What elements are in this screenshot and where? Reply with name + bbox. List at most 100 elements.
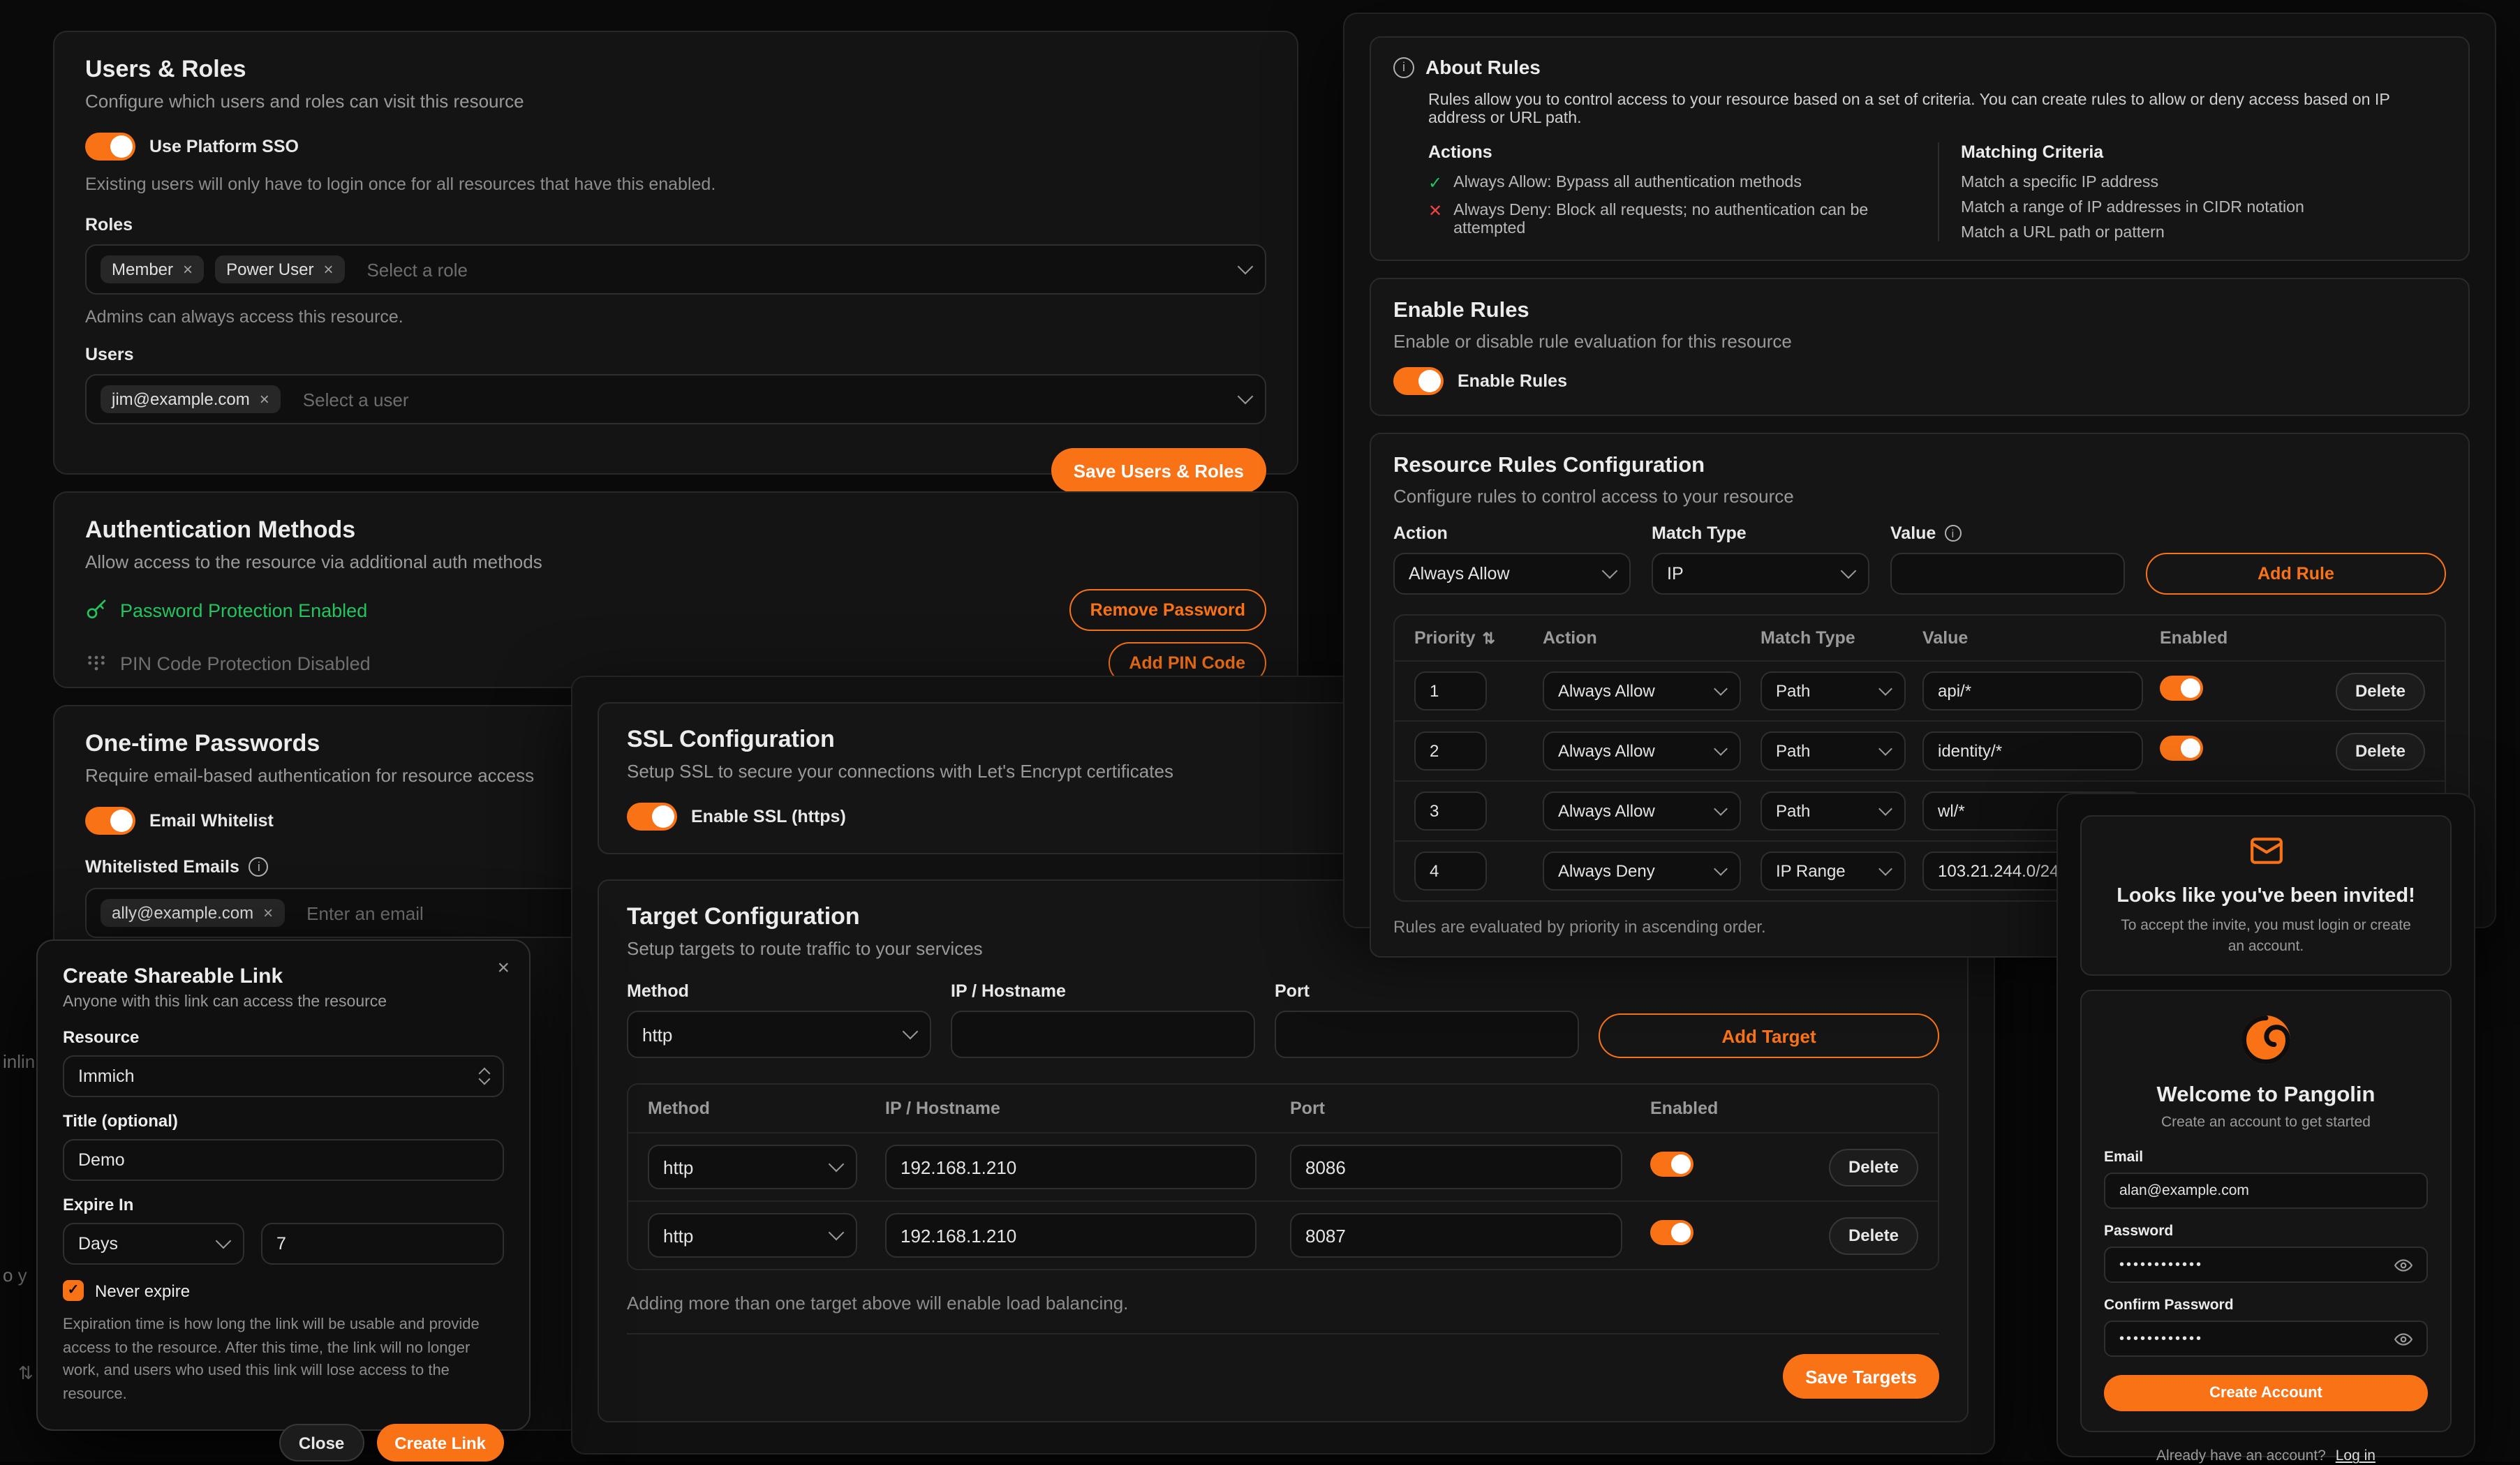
row-ip-input[interactable]: 192.168.1.210: [885, 1213, 1257, 1258]
confirm-password-label: Confirm Password: [2104, 1297, 2428, 1314]
app-canvas: inlin o y ⇅ Exp ever Users & Roles Confi…: [0, 0, 2520, 1462]
sort-icon[interactable]: ⇅: [1483, 629, 1495, 647]
col-action: Action: [1543, 628, 1761, 648]
row-action-select[interactable]: Always Allow: [1543, 791, 1741, 831]
add-target-button[interactable]: Add Target: [1599, 1013, 1939, 1058]
resource-select[interactable]: Immich: [63, 1055, 504, 1097]
rule-action-select[interactable]: Always Allow: [1393, 553, 1631, 595]
chevron-down-icon: [1602, 563, 1618, 579]
roles-placeholder: Select a role: [366, 259, 468, 280]
enable-ssl-toggle[interactable]: [627, 803, 677, 831]
target-enabled-toggle[interactable]: [1650, 1151, 1693, 1176]
title-input[interactable]: Demo: [63, 1139, 504, 1181]
enable-rules-card: Enable Rules Enable or disable rule eval…: [1370, 278, 2470, 416]
email-tag: ally@example.com ×: [101, 899, 284, 927]
target-ip-input[interactable]: [951, 1011, 1255, 1058]
remove-password-button[interactable]: Remove Password: [1069, 589, 1266, 631]
create-account-button[interactable]: Create Account: [2104, 1376, 2428, 1412]
remove-user-icon[interactable]: ×: [260, 389, 269, 409]
eye-icon[interactable]: [2394, 1256, 2412, 1274]
eye-icon[interactable]: [2394, 1330, 2412, 1348]
never-expire-label: Never expire: [95, 1281, 190, 1300]
delete-rule-button[interactable]: Delete: [2336, 672, 2425, 710]
save-targets-button[interactable]: Save Targets: [1783, 1354, 1939, 1399]
enable-rules-toggle[interactable]: [1393, 367, 1444, 395]
platform-sso-toggle[interactable]: [85, 133, 135, 161]
row-match-select[interactable]: Path: [1761, 671, 1906, 711]
enable-rules-label: Enable Rules: [1458, 371, 1567, 391]
create-link-button[interactable]: Create Link: [376, 1424, 504, 1462]
criteria-item: Match a URL path or pattern: [1961, 223, 2446, 241]
delete-rule-button[interactable]: Delete: [2336, 732, 2425, 770]
users-multiselect[interactable]: jim@example.com × Select a user: [85, 374, 1266, 424]
invite-subtitle: To accept the invite, you must login or …: [2101, 916, 2431, 958]
rule-value-input[interactable]: [1890, 553, 2125, 595]
remove-email-icon[interactable]: ×: [263, 903, 273, 923]
delete-target-button[interactable]: Delete: [1829, 1148, 1918, 1186]
log-in-link[interactable]: Log in: [2336, 1448, 2376, 1465]
users-roles-subtitle: Configure which users and roles can visi…: [85, 91, 1266, 112]
action-value: Always Allow: [1409, 564, 1510, 583]
rule-enabled-toggle[interactable]: [2160, 735, 2203, 760]
email-value: alan@example.com: [2119, 1183, 2249, 1200]
target-method-select[interactable]: http: [627, 1011, 931, 1058]
info-icon: [1944, 525, 1961, 542]
close-icon[interactable]: ×: [497, 956, 510, 980]
remove-role-icon[interactable]: ×: [183, 260, 193, 279]
roles-multiselect[interactable]: Member × Power User × Select a role: [85, 244, 1266, 295]
user-tag-label: jim@example.com: [112, 389, 250, 409]
criteria-item: Match a range of IP addresses in CIDR no…: [1961, 198, 2446, 216]
row-value-input[interactable]: identity/*: [1922, 731, 2143, 771]
priority-input[interactable]: 1: [1414, 671, 1487, 711]
info-icon: [249, 857, 269, 877]
role-tag-label: Power User: [226, 260, 313, 279]
row-value-value: wl/*: [1938, 801, 1965, 821]
expire-number-value: 7: [276, 1234, 286, 1254]
priority-input[interactable]: 2: [1414, 731, 1487, 771]
target-port-input[interactable]: [1275, 1011, 1579, 1058]
value-label: Value: [1890, 523, 1936, 543]
row-match-select[interactable]: Path: [1761, 791, 1906, 831]
delete-target-button[interactable]: Delete: [1829, 1217, 1918, 1254]
target-row: http 192.168.1.210 8087 Delete: [628, 1200, 1938, 1269]
confirm-password-field[interactable]: ••••••••••••: [2104, 1321, 2428, 1358]
row-port-input[interactable]: 8086: [1290, 1145, 1622, 1189]
email-whitelist-toggle[interactable]: [85, 807, 135, 835]
row-match-select[interactable]: IP Range: [1761, 852, 1906, 891]
row-match-value: IP Range: [1776, 861, 1846, 881]
col-method: Method: [648, 1099, 885, 1118]
row-method-select[interactable]: http: [648, 1213, 857, 1258]
priority-input[interactable]: 3: [1414, 791, 1487, 831]
add-rule-button[interactable]: Add Rule: [2146, 553, 2446, 595]
password-field[interactable]: ••••••••••••: [2104, 1247, 2428, 1284]
row-value-value: identity/*: [1938, 741, 2002, 761]
modal-title: Create Shareable Link: [63, 965, 504, 988]
row-action-select[interactable]: Always Allow: [1543, 671, 1741, 711]
row-action-value: Always Allow: [1558, 741, 1655, 761]
expire-hint: Expiration time is how long the link wil…: [63, 1314, 504, 1406]
priority-input[interactable]: 4: [1414, 852, 1487, 891]
email-field[interactable]: alan@example.com: [2104, 1173, 2428, 1210]
row-action-select[interactable]: Always Allow: [1543, 731, 1741, 771]
rule-match-select[interactable]: IP: [1652, 553, 1869, 595]
row-ip-input[interactable]: 192.168.1.210: [885, 1145, 1257, 1189]
target-enabled-toggle[interactable]: [1650, 1219, 1693, 1244]
platform-sso-label: Use Platform SSO: [149, 137, 299, 156]
method-value: http: [642, 1024, 672, 1045]
chevron-down-icon: [1238, 389, 1254, 405]
users-placeholder: Select a user: [303, 389, 409, 410]
row-port-input[interactable]: 8087: [1290, 1213, 1622, 1258]
remove-role-icon[interactable]: ×: [323, 260, 333, 279]
rules-config-subtitle: Configure rules to control access to you…: [1393, 486, 2446, 507]
never-expire-checkbox[interactable]: ✓: [63, 1280, 84, 1301]
expire-unit-select[interactable]: Days: [63, 1223, 244, 1265]
save-users-roles-button[interactable]: Save Users & Roles: [1051, 448, 1266, 493]
row-value-value: api/*: [1938, 681, 1971, 701]
rule-enabled-toggle[interactable]: [2160, 675, 2203, 700]
expire-number-input[interactable]: 7: [261, 1223, 504, 1265]
row-method-select[interactable]: http: [648, 1145, 857, 1189]
row-action-select[interactable]: Always Deny: [1543, 852, 1741, 891]
row-match-select[interactable]: Path: [1761, 731, 1906, 771]
row-value-input[interactable]: api/*: [1922, 671, 2143, 711]
close-button[interactable]: Close: [279, 1424, 364, 1462]
